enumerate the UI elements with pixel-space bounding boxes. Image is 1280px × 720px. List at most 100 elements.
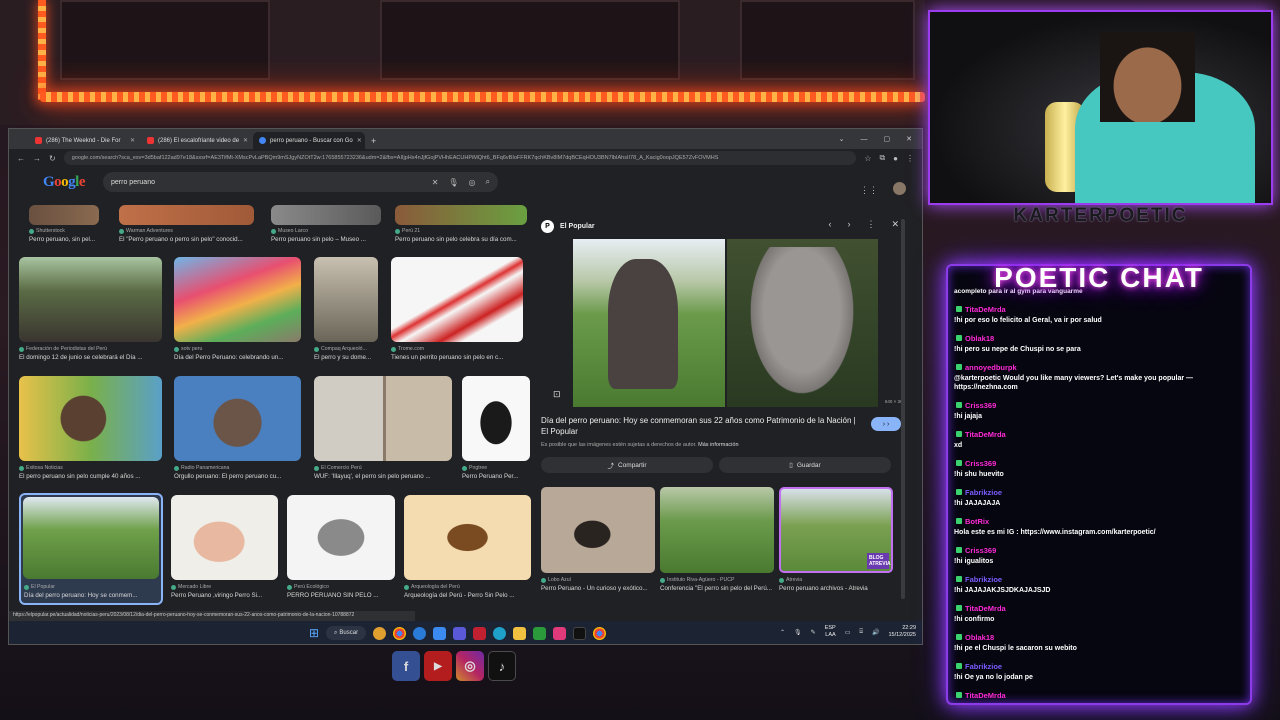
chat-username[interactable]: TitaDeMrda	[965, 305, 1006, 314]
result-title[interactable]: Perro peruano, sin pel...	[29, 236, 119, 243]
related-image-thumb[interactable]	[541, 487, 655, 573]
result-image[interactable]	[23, 497, 159, 579]
chat-username[interactable]: TitaDeMrda	[965, 691, 1006, 700]
menu-icon[interactable]: ⋮	[906, 154, 914, 163]
chevron-down-icon[interactable]: ⌄	[839, 135, 845, 143]
app-icon[interactable]	[553, 626, 567, 640]
minimize-button[interactable]: —	[861, 136, 868, 143]
close-icon[interactable]: ✕	[891, 219, 899, 230]
result-title[interactable]: Tienes un perrito peruano sin pelo en c.…	[391, 354, 523, 361]
result-image[interactable]	[171, 495, 278, 580]
related-image-thumb[interactable]	[660, 487, 774, 573]
url-field[interactable]: google.com/search?sca_esv=3d5baf122ad97e…	[63, 151, 857, 165]
result-title[interactable]: Perro Peruano ,viringo Perro Si...	[171, 592, 278, 599]
chat-username[interactable]: BotRix	[965, 517, 989, 526]
chat-username[interactable]: Oblak18	[965, 334, 994, 343]
previous-icon[interactable]: ‹	[828, 219, 831, 230]
tab-google-search[interactable]: perro peruano - Buscar con Go ✕	[253, 132, 365, 149]
close-window-button[interactable]: ✕	[906, 135, 912, 143]
result-title[interactable]: PERRO PERUANO SIN PELO ...	[287, 592, 395, 599]
result-title[interactable]: Perro peruano sin pelo celebra su día co…	[395, 236, 525, 243]
result-title[interactable]: Perro Peruano Per...	[462, 473, 530, 480]
edge-icon[interactable]	[433, 626, 447, 640]
maximize-button[interactable]: ▢	[884, 135, 891, 143]
app-icon[interactable]	[473, 626, 487, 640]
forward-icon[interactable]: →	[33, 154, 41, 163]
result-title[interactable]: El perro y su dome...	[314, 354, 384, 361]
avatar[interactable]	[893, 182, 906, 195]
result-title[interactable]: El perro peruano sin pelo cumple 40 años…	[19, 473, 164, 480]
extension-icon[interactable]: ⧉	[879, 153, 885, 163]
tiktok-icon[interactable]	[573, 626, 587, 640]
result-image[interactable]	[29, 205, 99, 225]
image-result-selected[interactable]: El Popular Día del perro peruano: Hoy se…	[19, 493, 163, 605]
back-icon[interactable]: ←	[17, 154, 25, 163]
close-icon[interactable]: ✕	[243, 137, 248, 144]
related-image-thumb[interactable]: BLOG ATREVIA	[779, 487, 893, 573]
reload-icon[interactable]: ↻	[49, 154, 56, 163]
search-query[interactable]: perro peruano	[111, 179, 422, 186]
result-image[interactable]	[19, 376, 162, 461]
result-image[interactable]	[391, 257, 523, 342]
mic-icon[interactable]: 🎙	[794, 629, 802, 636]
clock[interactable]: 22:29 15/12/2025	[888, 625, 916, 639]
chat-username[interactable]: Fabrikzioe	[965, 488, 1002, 497]
preview-image[interactable]	[573, 239, 878, 407]
result-image[interactable]	[287, 495, 395, 580]
result-title[interactable]: Orgullo peruano: El perro peruano cu...	[174, 473, 301, 480]
result-image[interactable]	[314, 376, 452, 461]
related-title[interactable]: Conferencia "El perro sin pelo del Perú.…	[660, 585, 774, 592]
result-image[interactable]	[271, 205, 381, 225]
chat-username[interactable]: Criss369	[965, 401, 996, 410]
language-indicator[interactable]: ESP LAA	[825, 625, 836, 639]
search-icon[interactable]: ⌕	[486, 177, 490, 187]
result-image[interactable]	[404, 495, 531, 580]
lens-icon[interactable]: ⊡	[553, 389, 561, 400]
more-icon[interactable]: ⋮	[866, 219, 875, 230]
share-button[interactable]: ⤴ Compartir	[541, 457, 713, 473]
folder-icon[interactable]	[513, 626, 527, 640]
search-box[interactable]: perro peruano ✕ 🎙 ◎ ⌕	[103, 172, 499, 192]
related-title[interactable]: Perro Peruano - Un curioso y exótico...	[541, 585, 655, 592]
result-title[interactable]: Día del Perro Peruano: celebrando un...	[174, 354, 301, 361]
result-image[interactable]	[19, 257, 162, 342]
result-image[interactable]	[462, 376, 530, 461]
chrome-icon[interactable]	[393, 626, 407, 640]
profile-icon[interactable]: ●	[893, 154, 898, 163]
preview-title[interactable]: Día del perro peruano: Hoy se conmemoran…	[541, 415, 861, 437]
chat-username[interactable]: Oblak18	[965, 633, 994, 642]
save-button[interactable]: ▯ Guardar	[719, 457, 891, 473]
result-title[interactable]: Arqueología del Perú - Perro Sin Pelo ..…	[404, 592, 531, 599]
result-title[interactable]: WUF: 'Illayuq', el perro sin pelo peruan…	[314, 473, 452, 480]
chrome-icon[interactable]	[593, 626, 607, 640]
panel-source[interactable]: El Popular	[560, 223, 595, 230]
next-icon[interactable]: ›	[847, 219, 850, 230]
volume-icon[interactable]: 🔊	[872, 629, 879, 636]
result-image[interactable]	[119, 205, 254, 225]
app-icon[interactable]	[493, 626, 507, 640]
close-icon[interactable]: ✕	[357, 137, 362, 144]
clear-icon[interactable]: ✕	[432, 178, 439, 187]
more-info-link[interactable]: Más información	[698, 442, 738, 448]
result-image[interactable]	[174, 376, 301, 461]
xbox-icon[interactable]	[533, 626, 547, 640]
result-title[interactable]: Perro peruano sin pelo – Museo ...	[271, 236, 386, 243]
network-icon[interactable]: ⌸	[859, 629, 863, 636]
chat-username[interactable]: Fabrikzioe	[965, 575, 1002, 584]
opera-icon[interactable]	[413, 626, 427, 640]
taskbar-search[interactable]: ⌕ Buscar	[326, 626, 367, 640]
visit-button[interactable]: › ›	[871, 417, 901, 431]
chat-username[interactable]: Criss369	[965, 546, 996, 555]
new-tab-button[interactable]: +	[365, 132, 382, 149]
mic-icon[interactable]: 🎙	[448, 178, 458, 187]
star-icon[interactable]: ☆	[864, 154, 871, 163]
chat-username[interactable]: TitaDeMrda	[965, 430, 1006, 439]
result-title[interactable]: El "Perro peruano o perro sin pelo" cono…	[119, 236, 259, 243]
result-image[interactable]	[314, 257, 378, 342]
result-image[interactable]	[395, 205, 527, 225]
apps-grid-icon[interactable]: ⋮⋮	[860, 185, 878, 196]
chat-username[interactable]: Criss369	[965, 459, 996, 468]
scrollbar[interactable]	[901, 219, 905, 599]
result-image[interactable]	[174, 257, 301, 342]
chat-username[interactable]: Fabrikzioe	[965, 662, 1002, 671]
